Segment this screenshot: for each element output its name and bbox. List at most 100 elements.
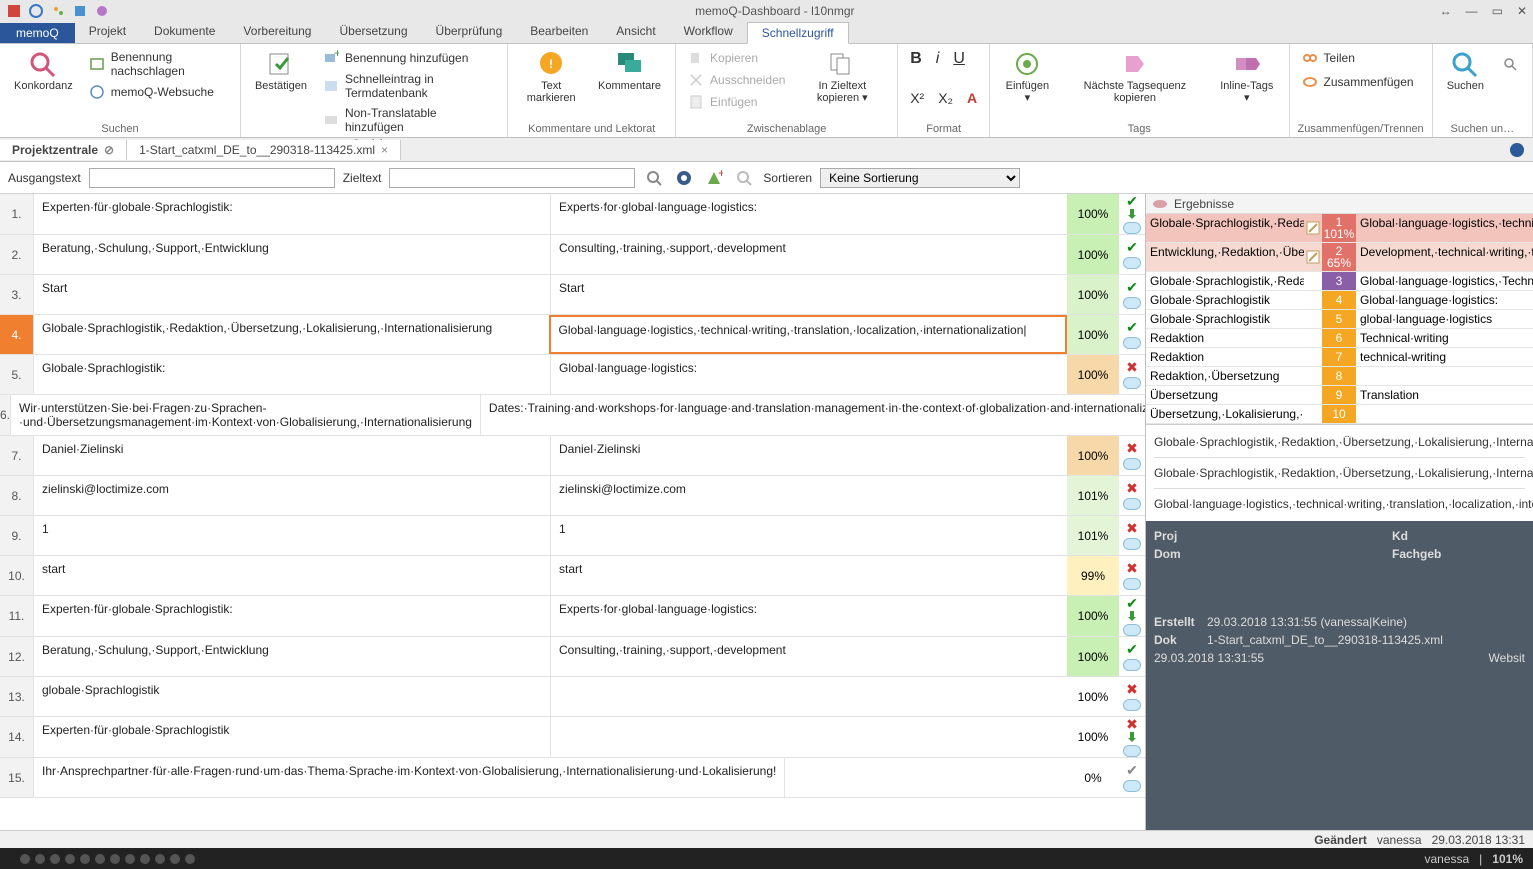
segment-row[interactable]: 2.Beratung,·Schulung,·Support,·Entwicklu… [0,235,1145,275]
comment-icon[interactable] [1123,337,1141,349]
suchen-extra-button[interactable] [1496,48,1524,74]
segment-target[interactable] [550,677,1067,716]
menu-tab-projekt[interactable]: Projekt [75,21,140,43]
segment-source[interactable]: globale·Sprachlogistik [34,677,550,716]
globe-icon[interactable] [1509,142,1533,158]
segment-source[interactable]: Ihr·Ansprechpartner·für·alle·Fragen·rund… [34,758,784,797]
comment-icon[interactable] [1123,297,1141,309]
kommentare-button[interactable]: Kommentare [592,48,667,94]
filter-search-icon[interactable] [643,167,665,189]
qat-icon-5[interactable] [94,3,110,19]
segment-row[interactable]: 4.Globale·Sprachlogistik,·Redaktion,·Übe… [0,315,1145,355]
segment-target[interactable]: zielinski@loctimize.com [550,476,1067,515]
teilen-button[interactable]: Teilen [1298,48,1418,68]
segment-source[interactable]: Start [34,275,550,314]
subscript-button[interactable]: X₂ [934,88,957,108]
filter-clear-icon[interactable] [733,167,755,189]
minimize-icon[interactable]: — [1466,4,1478,18]
segment-source[interactable]: Experten·für·globale·Sprachlogistik [34,717,550,757]
result-row[interactable]: Redaktion7technical-writing [1146,348,1533,367]
segment-row[interactable]: 15.Ihr·Ansprechpartner·für·alle·Fragen·r… [0,758,1145,798]
result-row[interactable]: Übersetzung,·Lokalisierung,·Internationa… [1146,405,1533,424]
menu-tab-übersetzung[interactable]: Übersetzung [325,21,421,43]
text-markieren-button[interactable]: ! Text markieren [516,48,586,106]
benennung-nachschlagen-button[interactable]: Benennung nachschlagen [85,48,232,80]
einfugen-button[interactable]: Einfügen [684,92,789,112]
non-translatable-button[interactable]: Non-Translatable hinzufügen [319,104,499,136]
segment-row[interactable]: 3.StartStart100%✔ [0,275,1145,315]
in-zieltext-kopieren-button[interactable]: In Zieltext kopieren ▾ [795,48,889,106]
segment-target[interactable]: Global·language·logistics: [550,355,1067,394]
comment-icon[interactable] [1123,222,1141,234]
segment-row[interactable]: 14.Experten·für·globale·Sprachlogistik10… [0,717,1145,758]
result-row[interactable]: Globale·Sprachlogistik4Global·language·l… [1146,291,1533,310]
segment-row[interactable]: 7.Daniel·ZielinskiDaniel·Zielinski100%✖ [0,436,1145,476]
segment-source[interactable]: Experten·für·globale·Sprachlogistik: [34,194,550,234]
qat-icon-4[interactable] [72,3,88,19]
nachste-tagsequenz-button[interactable]: Nächste Tagsequenz kopieren [1063,48,1207,106]
segment-source[interactable]: 1 [34,516,550,555]
segment-target[interactable]: 1 [550,516,1067,555]
collapse-ribbon-icon[interactable]: ↔ [1440,4,1452,18]
segment-row[interactable]: 6.Wir·unterstützen·Sie·bei·Fragen·zu·Spr… [0,395,1145,436]
segment-row[interactable]: 11.Experten·für·globale·Sprachlogistik:E… [0,596,1145,637]
comment-icon[interactable] [1123,538,1141,550]
bold-button[interactable]: B [906,48,926,70]
segment-source[interactable]: Globale·Sprachlogistik,·Redaktion,·Übers… [34,315,549,354]
segment-target[interactable]: Dates:·Training·and·workshops·for·langua… [480,395,1145,435]
maximize-icon[interactable]: ▭ [1492,4,1503,18]
menu-tab-vorbereitung[interactable]: Vorbereitung [229,21,325,43]
benennung-hinzufuegen-button[interactable]: +Benennung hinzufügen [319,48,499,68]
case-button[interactable]: A [963,88,981,108]
segment-target[interactable]: Start [550,275,1067,314]
segment-row[interactable]: 9.11101%✖ [0,516,1145,556]
inline-tags-button[interactable]: Inline-Tags ▾ [1213,48,1280,106]
result-row[interactable]: Globale·Sprachlogistik,·Redaktion,·Übers… [1146,272,1533,291]
segment-target[interactable]: Experts·for·global·language·logistics: [550,194,1067,234]
qat-icon-3[interactable] [50,3,66,19]
segment-target[interactable]: Daniel·Zielinski [550,436,1067,475]
menu-tab-schnellzugriff[interactable]: Schnellzugriff [747,22,849,44]
tags-einfugen-button[interactable]: Einfügen ▾ [998,48,1057,106]
tab-document[interactable]: 1-Start_catxml_DE_to__290318-113425.xml× [127,140,401,160]
menu-tab-ansicht[interactable]: Ansicht [602,21,669,43]
segment-target[interactable]: Global·language·logistics,·technical·wri… [549,315,1068,354]
comment-icon[interactable] [1123,624,1141,636]
segment-source[interactable]: Experten·für·globale·Sprachlogistik: [34,596,550,636]
segment-target[interactable] [784,758,1067,797]
comment-icon[interactable] [1123,699,1141,711]
source-filter-input[interactable] [89,168,335,188]
suchen-button[interactable]: Suchen [1441,48,1490,94]
segment-row[interactable]: 1.Experten·für·globale·Sprachlogistik:Ex… [0,194,1145,235]
result-row[interactable]: Übersetzung9Translation [1146,386,1533,405]
segment-source[interactable]: Beratung,·Schulung,·Support,·Entwicklung [34,637,550,676]
segment-source[interactable]: Wir·unterstützen·Sie·bei·Fragen·zu·Sprac… [11,395,480,435]
comment-icon[interactable] [1123,780,1141,792]
comment-icon[interactable] [1123,659,1141,671]
result-row[interactable]: Redaktion6Technical·writing [1146,329,1533,348]
segment-source[interactable]: start [34,556,550,595]
comment-icon[interactable] [1123,257,1141,269]
comment-icon[interactable] [1123,498,1141,510]
filter-add-icon[interactable]: + [703,167,725,189]
close-tab-icon[interactable]: ⊘ [104,143,114,157]
segment-source[interactable]: Daniel·Zielinski [34,436,550,475]
result-row[interactable]: Entwicklung,·Redaktion,·Übersetzung,·Lok… [1146,243,1533,272]
close-icon[interactable]: ✕ [1517,4,1527,18]
result-row[interactable]: Redaktion,·Übersetzung8 [1146,367,1533,386]
menu-tab-überprüfung[interactable]: Überprüfung [422,21,517,43]
segment-row[interactable]: 13.globale·Sprachlogistik100%✖ [0,677,1145,717]
segment-target[interactable]: start [550,556,1067,595]
qat-icon-1[interactable] [6,3,22,19]
result-row[interactable]: Globale·Sprachlogistik,·Redaktion,·Übers… [1146,214,1533,243]
result-row[interactable]: Globale·Sprachlogistik5global·language·l… [1146,310,1533,329]
filter-settings-icon[interactable] [673,167,695,189]
websuche-button[interactable]: memoQ-Websuche [85,82,232,102]
ausschneiden-button[interactable]: Ausschneiden [684,70,789,90]
qat-icon-2[interactable] [28,3,44,19]
menu-tab-bearbeiten[interactable]: Bearbeiten [516,21,602,43]
segment-source[interactable]: Beratung,·Schulung,·Support,·Entwicklung [34,235,550,274]
zusammenfuegen-button[interactable]: Zusammenfügen [1298,72,1418,92]
bestatigen-button[interactable]: Bestätigen [249,48,313,94]
segment-target[interactable]: Consulting,·training,·support,·developme… [550,235,1067,274]
